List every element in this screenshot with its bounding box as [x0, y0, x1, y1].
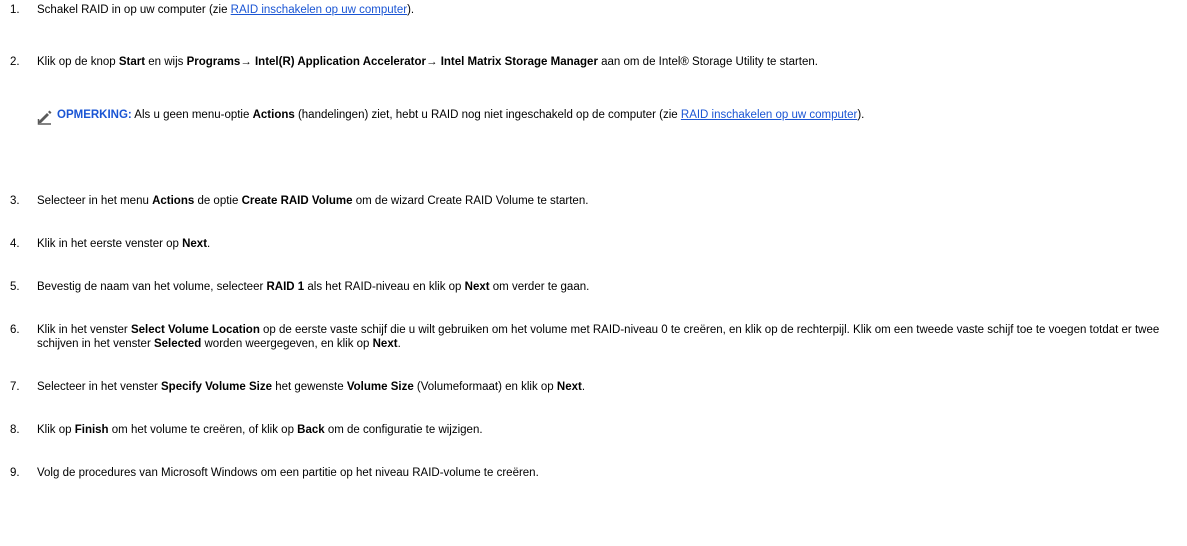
step-4: 4. Klik in het eerste venster op Next. [10, 237, 1180, 251]
step-text: Selecteer in het menu Actions de optie C… [37, 195, 589, 207]
note-block: OPMERKING: Als u geen menu-optie Actions… [37, 108, 1182, 129]
step-9: 9. Volg de procedures van Microsoft Wind… [10, 466, 1180, 480]
step-5: 5. Bevestig de naam van het volume, sele… [10, 280, 1180, 294]
step-text: Klik op de knop Start en wijs Programs→ … [37, 56, 818, 68]
step-number: 7. [10, 381, 20, 393]
raid-enable-link[interactable]: RAID inschakelen op uw computer [231, 4, 407, 16]
step-6: 6. Klik in het venster Select Volume Loc… [10, 323, 1180, 351]
step-text: Volg de procedures van Microsoft Windows… [37, 467, 539, 479]
raid-enable-link[interactable]: RAID inschakelen op uw computer [681, 109, 857, 121]
step-number: 1. [10, 4, 20, 16]
step-text: Selecteer in het venster Specify Volume … [37, 381, 586, 393]
note-text: OPMERKING: Als u geen menu-optie Actions… [57, 109, 865, 121]
step-number: 4. [10, 238, 20, 250]
step-text: Bevestig de naam van het volume, selecte… [37, 281, 590, 293]
raid-instructions: 1. Schakel RAID in op uw computer (zie R… [0, 0, 1187, 546]
step-8: 8. Klik op Finish om het volume te creër… [10, 423, 1180, 437]
step-text: Klik op Finish om het volume te creëren,… [37, 424, 483, 436]
step-number: 2. [10, 56, 20, 68]
step-3: 3. Selecteer in het menu Actions de opti… [10, 194, 1180, 208]
step-number: 6. [10, 324, 20, 336]
step-7: 7. Selecteer in het venster Specify Volu… [10, 380, 1180, 394]
step-2: 2. Klik op de knop Start en wijs Program… [10, 55, 1180, 69]
step-1: 1. Schakel RAID in op uw computer (zie R… [10, 3, 1180, 17]
step-text: Schakel RAID in op uw computer (zie RAID… [37, 4, 415, 16]
arrow-icon: → [240, 56, 252, 68]
pencil-note-icon [37, 108, 57, 129]
step-text: Klik in het venster Select Volume Locati… [37, 324, 1160, 350]
arrow-icon: → [426, 56, 438, 68]
step-number: 5. [10, 281, 20, 293]
step-number: 8. [10, 424, 20, 436]
step-number: 3. [10, 195, 20, 207]
note-label: OPMERKING: [57, 109, 132, 121]
step-text: Klik in het eerste venster op Next. [37, 238, 211, 250]
step-number: 9. [10, 467, 20, 479]
